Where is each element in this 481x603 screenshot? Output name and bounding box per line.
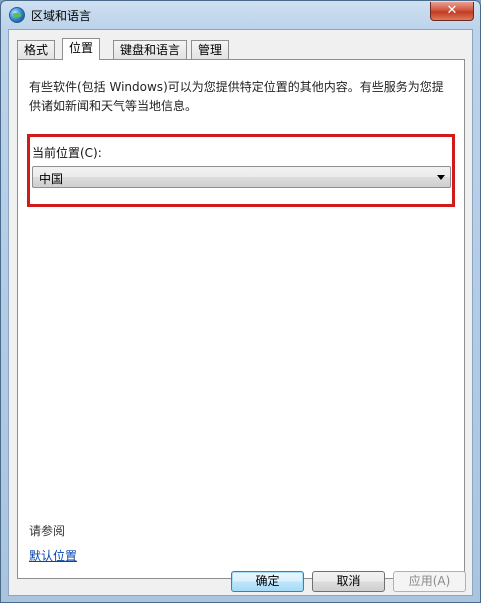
dialog-client: 格式 位置 键盘和语言 管理 有些软件(包括 Windows)可以为您提供特定位… [8,29,473,596]
current-location-select[interactable]: 中国 [32,166,451,188]
location-description: 有些软件(包括 Windows)可以为您提供特定位置的其他内容。有些服务为您提供… [29,80,444,113]
location-panel: 有些软件(包括 Windows)可以为您提供特定位置的其他内容。有些服务为您提供… [17,59,465,579]
tab-format[interactable]: 格式 [17,40,56,59]
ok-button[interactable]: 确定 [231,571,304,592]
close-button[interactable]: ✕ [430,2,474,21]
window-title: 区域和语言 [31,9,92,23]
cancel-button[interactable]: 取消 [312,571,385,592]
tab-administrative[interactable]: 管理 [191,40,230,59]
current-location-label: 当前位置(C): [32,146,102,160]
current-location-value: 中国 [39,172,64,186]
dialog-window: 区域和语言 ✕ 格式 位置 键盘和语言 管理 有些软件(包括 Windows)可… [0,0,481,603]
dropdown-arrow-icon [437,175,445,180]
apply-button[interactable]: 应用(A) [393,571,466,592]
default-location-link[interactable]: 默认位置 [29,547,77,564]
globe-icon [9,7,25,23]
tab-keyboard-language[interactable]: 键盘和语言 [113,40,188,59]
title-bar[interactable]: 区域和语言 ✕ [1,1,480,29]
see-also-label: 请参阅 [29,524,66,538]
tab-location[interactable]: 位置 [62,38,101,60]
